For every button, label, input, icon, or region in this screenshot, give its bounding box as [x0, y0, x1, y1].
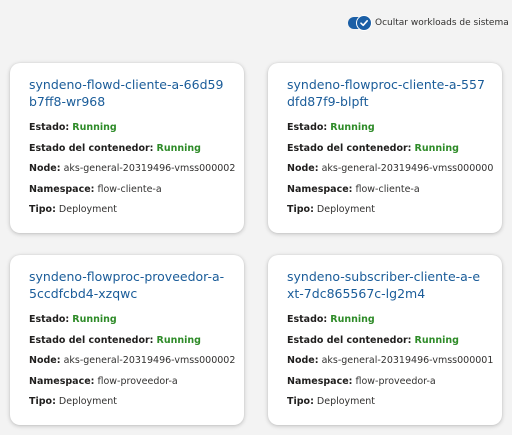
pod-card: syndeno-flowproc-cliente-a-557dfd87f9-bl…	[268, 63, 502, 233]
node-row: Node: aks-general-20319496-vmss000001	[287, 355, 494, 367]
type-row: Tipo: Deployment	[287, 204, 376, 216]
container-status-row: Estado del contenedor: Running	[287, 142, 459, 154]
status-row: Estado: Running	[29, 122, 117, 133]
node-value: aks-general-20319496-vmss000001	[321, 355, 494, 367]
type-value: Deployment	[58, 204, 118, 216]
type-row: Tipo: Deployment	[287, 396, 376, 408]
namespace-value: flow-cliente-a	[355, 183, 420, 195]
status-row: Estado: Running	[29, 314, 117, 325]
node-value: aks-general-20319496-vmss000002	[63, 355, 236, 367]
checkmark-icon	[356, 15, 372, 31]
namespace-row: Namespace: flow-cliente-a	[287, 183, 420, 195]
namespace-row: Namespace: flow-cliente-a	[29, 183, 162, 195]
container-status-value: Running	[414, 334, 459, 346]
type-value: Deployment	[316, 204, 376, 216]
namespace-value: flow-proveedor-a	[97, 375, 178, 387]
pod-card: syndeno-subscriber-cliente-a-ext-7dc8655…	[268, 255, 502, 425]
namespace-row: Namespace: flow-proveedor-a	[287, 375, 436, 387]
container-status-value: Running	[156, 142, 201, 154]
type-row: Tipo: Deployment	[29, 396, 118, 408]
hide-system-workloads-toggle[interactable]: Ocultar workloads de sistema	[348, 15, 509, 31]
pod-name-link[interactable]: syndeno-flowproc-proveedor-a-5ccdfcbd4-x…	[29, 268, 229, 302]
namespace-value: flow-cliente-a	[97, 183, 162, 195]
node-row: Node: aks-general-20319496-vmss000002	[29, 163, 236, 175]
container-status-row: Estado del contenedor: Running	[29, 334, 201, 346]
node-row: Node: aks-general-20319496-vmss000000	[287, 163, 494, 175]
pod-card: syndeno-flowproc-proveedor-a-5ccdfcbd4-x…	[10, 255, 244, 425]
namespace-row: Namespace: flow-proveedor-a	[29, 375, 178, 387]
container-status-value: Running	[156, 334, 201, 346]
namespace-value: flow-proveedor-a	[355, 375, 436, 387]
type-row: Tipo: Deployment	[29, 204, 118, 216]
status-value: Running	[330, 122, 375, 133]
node-value: aks-general-20319496-vmss000000	[321, 163, 494, 175]
toggle-switch[interactable]	[348, 15, 372, 31]
status-value: Running	[330, 314, 375, 325]
node-row: Node: aks-general-20319496-vmss000002	[29, 355, 236, 367]
container-status-row: Estado del contenedor: Running	[29, 142, 201, 154]
pod-name-link[interactable]: syndeno-flowproc-cliente-a-557dfd87f9-bl…	[287, 76, 487, 110]
type-value: Deployment	[316, 396, 376, 408]
pod-name-link[interactable]: syndeno-subscriber-cliente-a-ext-7dc8655…	[287, 268, 487, 302]
type-value: Deployment	[58, 396, 118, 408]
status-row: Estado: Running	[287, 314, 375, 325]
container-status-row: Estado del contenedor: Running	[287, 334, 459, 346]
pod-name-link[interactable]: syndeno-flowd-cliente-a-66d59b7ff8-wr968	[29, 76, 229, 110]
status-row: Estado: Running	[287, 122, 375, 133]
status-value: Running	[72, 122, 117, 133]
container-status-value: Running	[414, 142, 459, 154]
node-value: aks-general-20319496-vmss000002	[63, 163, 236, 175]
status-value: Running	[72, 314, 117, 325]
pod-card: syndeno-flowd-cliente-a-66d59b7ff8-wr968…	[10, 63, 244, 233]
toggle-label: Ocultar workloads de sistema	[375, 18, 509, 28]
